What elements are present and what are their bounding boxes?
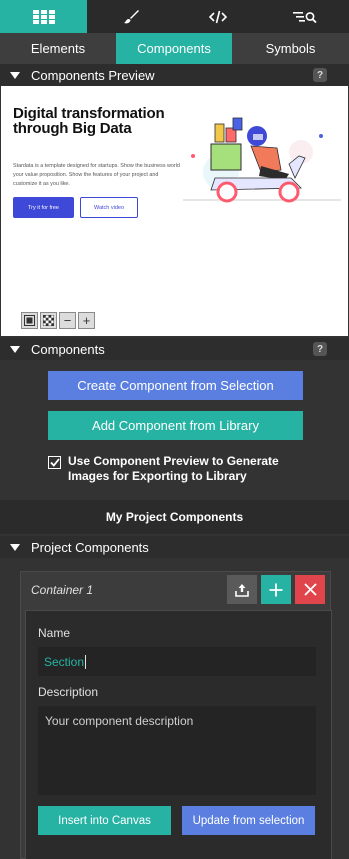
style-tool-button[interactable] xyxy=(87,0,174,33)
checkerboard-icon xyxy=(43,315,54,326)
panel-tabs: Elements Components Symbols xyxy=(0,33,349,64)
description-label: Description xyxy=(38,685,99,699)
components-title: Components xyxy=(31,341,105,357)
caret-down-icon xyxy=(10,71,20,79)
top-toolbar xyxy=(0,0,349,33)
delete-component-button[interactable] xyxy=(295,575,325,604)
help-icon[interactable]: ? xyxy=(313,342,327,356)
add-instance-button[interactable] xyxy=(261,575,291,604)
tab-elements[interactable]: Elements xyxy=(0,33,116,64)
preview-hero-title: Digital transformation through Big Data xyxy=(13,105,165,137)
zoom-in-button[interactable]: + xyxy=(78,312,95,329)
my-project-components-heading: My Project Components xyxy=(0,500,349,534)
add-component-button[interactable]: Add Component from Library xyxy=(48,411,303,440)
help-icon[interactable]: ? xyxy=(313,68,327,82)
use-preview-label: Use Component Preview to Generate Images… xyxy=(68,454,279,483)
search-list-icon xyxy=(293,11,318,23)
preview-primary-button: Try it for free xyxy=(13,197,74,218)
use-preview-checkbox[interactable] xyxy=(48,456,61,469)
preview-controls: − + xyxy=(21,312,95,329)
name-value: Section xyxy=(44,654,85,669)
name-label: Name xyxy=(38,626,71,640)
component-details: Name Section Description Your component … xyxy=(25,610,332,859)
plus-icon xyxy=(269,583,283,596)
minus-icon: − xyxy=(63,313,72,328)
component-card-header: Container 1 xyxy=(21,572,330,608)
blocks-tool-button[interactable] xyxy=(0,0,88,33)
zoom-out-button[interactable]: − xyxy=(59,312,76,329)
plus-icon: + xyxy=(82,313,91,328)
name-field[interactable]: Section xyxy=(38,647,316,676)
caret-down-icon xyxy=(10,345,20,353)
description-field[interactable]: Your component description xyxy=(38,706,316,795)
transparency-toggle-button[interactable] xyxy=(40,312,57,329)
fit-frame-button[interactable] xyxy=(21,312,38,329)
project-components-title: Project Components xyxy=(31,539,149,555)
close-icon xyxy=(303,583,317,596)
caret-down-icon xyxy=(10,543,20,551)
preview-hero-body: Stardata is a template designed for star… xyxy=(13,163,180,187)
code-tool-button[interactable] xyxy=(175,0,262,33)
create-component-button[interactable]: Create Component from Selection xyxy=(48,371,303,400)
component-preview-canvas: Digital transformation through Big Data … xyxy=(1,86,348,336)
upload-icon xyxy=(235,583,249,597)
insert-into-canvas-button[interactable]: Insert into Canvas xyxy=(38,806,171,835)
update-from-selection-button[interactable]: Update from selection xyxy=(182,806,315,835)
text-cursor xyxy=(85,654,87,669)
component-card: Container 1 Name Section Description You… xyxy=(20,571,332,859)
components-preview-title: Components Preview xyxy=(31,67,155,83)
tab-components[interactable]: Components xyxy=(116,33,232,64)
code-icon xyxy=(209,10,228,23)
use-preview-option: Use Component Preview to Generate Images… xyxy=(48,454,318,484)
layers-search-tool-button[interactable] xyxy=(262,0,349,33)
grid-icon xyxy=(32,9,55,24)
delivery-scooter-illustration xyxy=(183,117,341,203)
project-components-header[interactable]: Project Components xyxy=(0,536,349,558)
export-component-button[interactable] xyxy=(227,575,257,604)
brush-icon xyxy=(123,9,139,23)
checkmark-icon xyxy=(49,458,60,467)
components-preview-header[interactable]: Components Preview ? xyxy=(0,64,349,86)
tab-symbols[interactable]: Symbols xyxy=(232,33,349,64)
square-frame-icon xyxy=(24,315,35,326)
component-name: Container 1 xyxy=(31,583,94,597)
preview-secondary-button: Watch video xyxy=(80,197,138,218)
components-header[interactable]: Components ? xyxy=(0,338,349,360)
